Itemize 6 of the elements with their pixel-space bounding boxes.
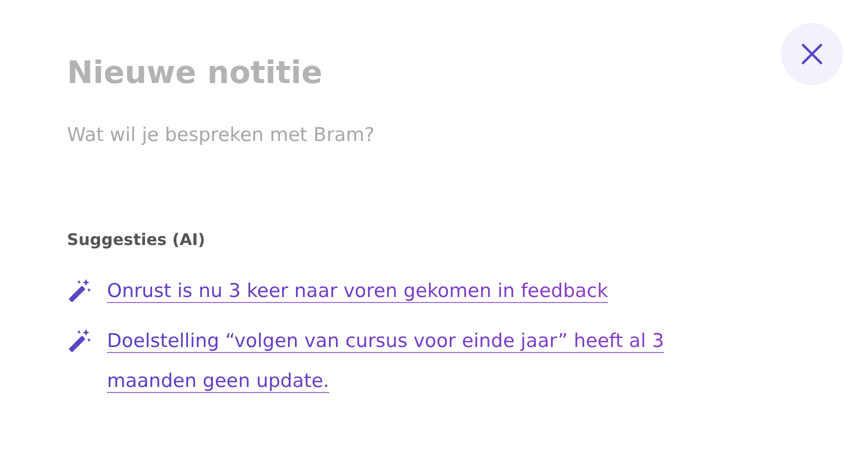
magic-wand-icon — [67, 327, 93, 353]
title-field[interactable]: Nieuwe notitie — [67, 52, 667, 94]
magic-wand-icon — [67, 277, 93, 303]
note-field[interactable]: Wat wil je bespreken met Bram? — [67, 124, 717, 184]
suggestions-heading: Suggesties (AI) — [67, 230, 206, 249]
close-icon — [801, 43, 823, 65]
